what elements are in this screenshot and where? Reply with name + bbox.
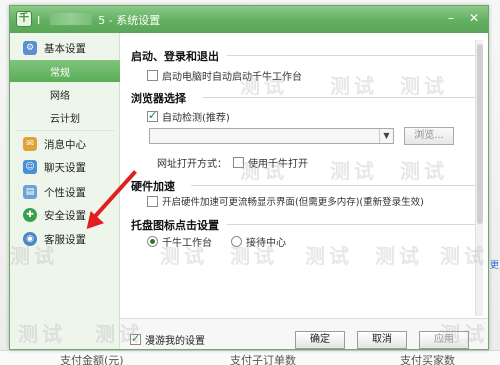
sidebar-item-chat-settings[interactable]: ☺ 聊天设置 [10,156,120,178]
sidebar-item-general[interactable]: 常规 [10,60,120,82]
cancel-button[interactable]: 取消 [357,331,407,349]
shield-icon: ✚ [23,208,37,222]
option-autostart[interactable]: 启动电脑时自动启动千牛工作台 [147,68,302,83]
settings-window: 千 I5 - 系统设置 – ✕ ⚙ 基本设置 常规 网络 云计划 ✉ 消息中心 … [9,5,489,350]
sidebar-item-basic-settings[interactable]: ⚙ 基本设置 [10,37,120,59]
section-title-browser: 浏览器选择 [131,92,186,105]
gear-icon: ⚙ [23,41,37,55]
chat-icon: ☺ [23,160,37,174]
sidebar-item-cloud-plan[interactable]: 云计划 [10,106,120,128]
close-button[interactable]: ✕ [465,10,483,26]
tray-receive-center-radio[interactable] [231,236,242,247]
apply-button[interactable]: 应用 [419,331,469,349]
tray-workbench-radio[interactable] [147,236,158,247]
browse-button[interactable]: 浏览... [404,127,454,145]
content-scrollbar[interactable] [475,40,483,316]
bg-more-link: 更 [490,261,500,271]
auto-detect-checkbox[interactable] [147,109,158,122]
section-divider [227,224,477,225]
option-tray-receive-center[interactable]: 接待中心 [231,234,286,249]
section-title-tray: 托盘图标点击设置 [131,219,219,232]
section-divider [203,97,477,98]
section-title-hardware: 硬件加速 [131,180,175,193]
section-divider [191,185,477,186]
settings-content: 启动、登录和退出 启动电脑时自动启动千牛工作台 浏览器选择 自动检测(推荐) ▼… [121,33,488,318]
sidebar-item-customer-service[interactable]: ◉ 客服设置 [10,228,120,250]
sidebar-item-network[interactable]: 网络 [10,83,120,105]
envelope-icon: ✉ [23,137,37,151]
title-bar[interactable]: 千 I5 - 系统设置 – ✕ [10,6,488,33]
sidebar-item-personalization[interactable]: ▤ 个性设置 [10,181,120,203]
option-hardware-accel[interactable]: 开启硬件加速可更流畅显示界面(但需更多内存)(重新登录生效) [147,194,424,208]
palette-icon: ▤ [23,185,37,199]
option-open-mode[interactable]: 网址打开方式： 使用千牛打开 [157,155,308,170]
section-divider [227,55,477,56]
bg-tab-buyers: 支付买家数 [400,354,455,365]
scrollbar-thumb[interactable] [477,44,483,224]
sidebar: ⚙ 基本设置 常规 网络 云计划 ✉ 消息中心 ☺ 聊天设置 ▤ 个性设置 ✚ … [10,33,120,349]
chevron-down-icon: ▼ [379,129,393,143]
bg-tab-sub-orders: 支付子订单数 [230,354,296,365]
section-title-startup: 启动、登录和退出 [131,50,219,63]
roaming-checkbox[interactable] [130,332,141,345]
option-tray-workbench[interactable]: 千牛工作台 [147,234,212,249]
ok-button[interactable]: 确定 [295,331,345,349]
sidebar-item-message-center[interactable]: ✉ 消息中心 [10,133,120,155]
browser-select[interactable]: ▼ [149,128,394,144]
option-auto-detect[interactable]: 自动检测(推荐) [147,109,230,124]
sidebar-divider [16,130,114,131]
headset-icon: ◉ [23,232,37,246]
hardware-accel-checkbox[interactable] [147,195,158,207]
option-roaming[interactable]: 漫游我的设置 [130,332,205,347]
minimize-button[interactable]: – [442,10,460,26]
autostart-checkbox[interactable] [147,70,158,81]
bg-tab-payment-amount: 支付金额(元) [60,354,124,365]
title-mosaic-blur [50,13,92,25]
use-qianniu-checkbox[interactable] [233,157,244,168]
app-logo-icon: 千 [16,11,32,27]
background-stats-bar: 支付金额(元) 支付子订单数 支付买家数 [0,350,500,365]
